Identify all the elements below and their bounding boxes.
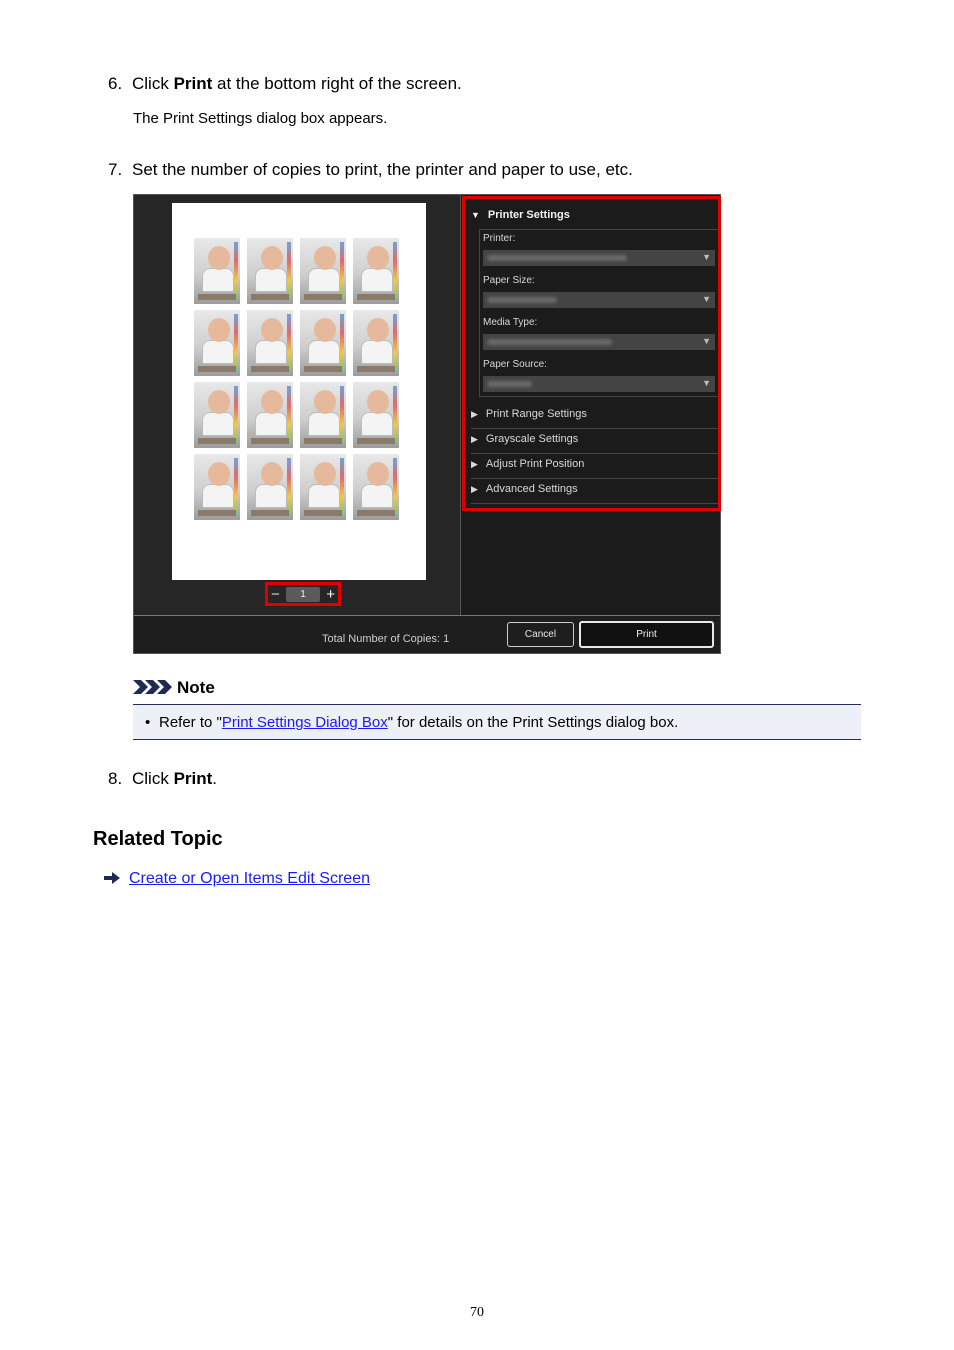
photo-thumbnail	[300, 382, 346, 448]
print-preview-area: − 1 +	[134, 195, 460, 615]
note-title: Note	[177, 678, 215, 697]
total-copies: Total Number of Copies: 1	[322, 633, 449, 645]
note-bullet: •	[145, 714, 151, 731]
step-text-bold: Print	[173, 74, 213, 93]
note-text-before: Refer to "	[159, 714, 222, 731]
step-number: 7.	[108, 160, 123, 179]
photo-thumbnail	[300, 238, 346, 304]
note-text-after: " for details on the Print Settings dial…	[387, 714, 679, 731]
note-box: • Refer to "Print Settings Dialog Box" f…	[133, 704, 861, 740]
photo-thumbnail	[194, 310, 240, 376]
photo-thumbnail	[353, 310, 399, 376]
step-text-prefix: Click	[132, 74, 174, 93]
create-open-items-link[interactable]: Create or Open Items Edit Screen	[129, 870, 370, 887]
related-topic-heading: Related Topic	[93, 828, 223, 850]
note-text: • Refer to "Print Settings Dialog Box" f…	[145, 714, 679, 731]
step-text-prefix: Click	[132, 769, 174, 788]
minus-icon[interactable]: −	[271, 586, 280, 604]
photo-thumbnail	[247, 454, 293, 520]
step-text-bold: Print	[173, 769, 213, 788]
photo-thumbnail	[247, 238, 293, 304]
photo-thumbnail	[194, 454, 240, 520]
step-text: Click Print at the bottom right of the s…	[132, 74, 462, 94]
photo-grid	[194, 238, 399, 520]
step-text-suffix: .	[212, 769, 218, 788]
print-button[interactable]: Print	[579, 621, 714, 648]
copies-value[interactable]: 1	[286, 587, 320, 602]
photo-thumbnail	[194, 382, 240, 448]
page-number: 70	[470, 1305, 484, 1320]
photo-thumbnail	[353, 454, 399, 520]
photo-thumbnail	[300, 454, 346, 520]
total-copies-label: Total Number of Copies:	[322, 633, 440, 645]
cancel-button[interactable]: Cancel	[507, 622, 574, 647]
step-text-suffix: at the bottom right of the screen.	[212, 74, 462, 93]
photo-thumbnail	[247, 310, 293, 376]
note-heading: Note	[133, 678, 215, 698]
related-topic-item: Create or Open Items Edit Screen	[104, 870, 370, 888]
print-settings-screenshot: − 1 + ▼ Printer Settings Printer: ▼ Paper…	[133, 194, 721, 654]
plus-icon[interactable]: +	[326, 586, 335, 604]
settings-highlight-box	[462, 196, 721, 511]
photo-thumbnail	[353, 382, 399, 448]
step-6-subtext: The Print Settings dialog box appears.	[133, 110, 388, 127]
photo-thumbnail	[353, 238, 399, 304]
step-number: 6.	[108, 74, 123, 93]
photo-thumbnail	[194, 238, 240, 304]
step-text: Click Print.	[132, 769, 217, 789]
photo-thumbnail	[247, 382, 293, 448]
arrow-right-icon	[104, 872, 120, 884]
photo-thumbnail	[300, 310, 346, 376]
copies-counter: − 1 +	[265, 582, 341, 606]
total-copies-value: 1	[443, 633, 450, 645]
step-number: 8.	[108, 769, 123, 788]
note-chevrons-icon	[133, 680, 172, 694]
print-settings-dialog-link[interactable]: Print Settings Dialog Box	[222, 714, 388, 731]
step-text: Set the number of copies to print, the p…	[132, 160, 633, 179]
preview-paper	[172, 203, 426, 580]
